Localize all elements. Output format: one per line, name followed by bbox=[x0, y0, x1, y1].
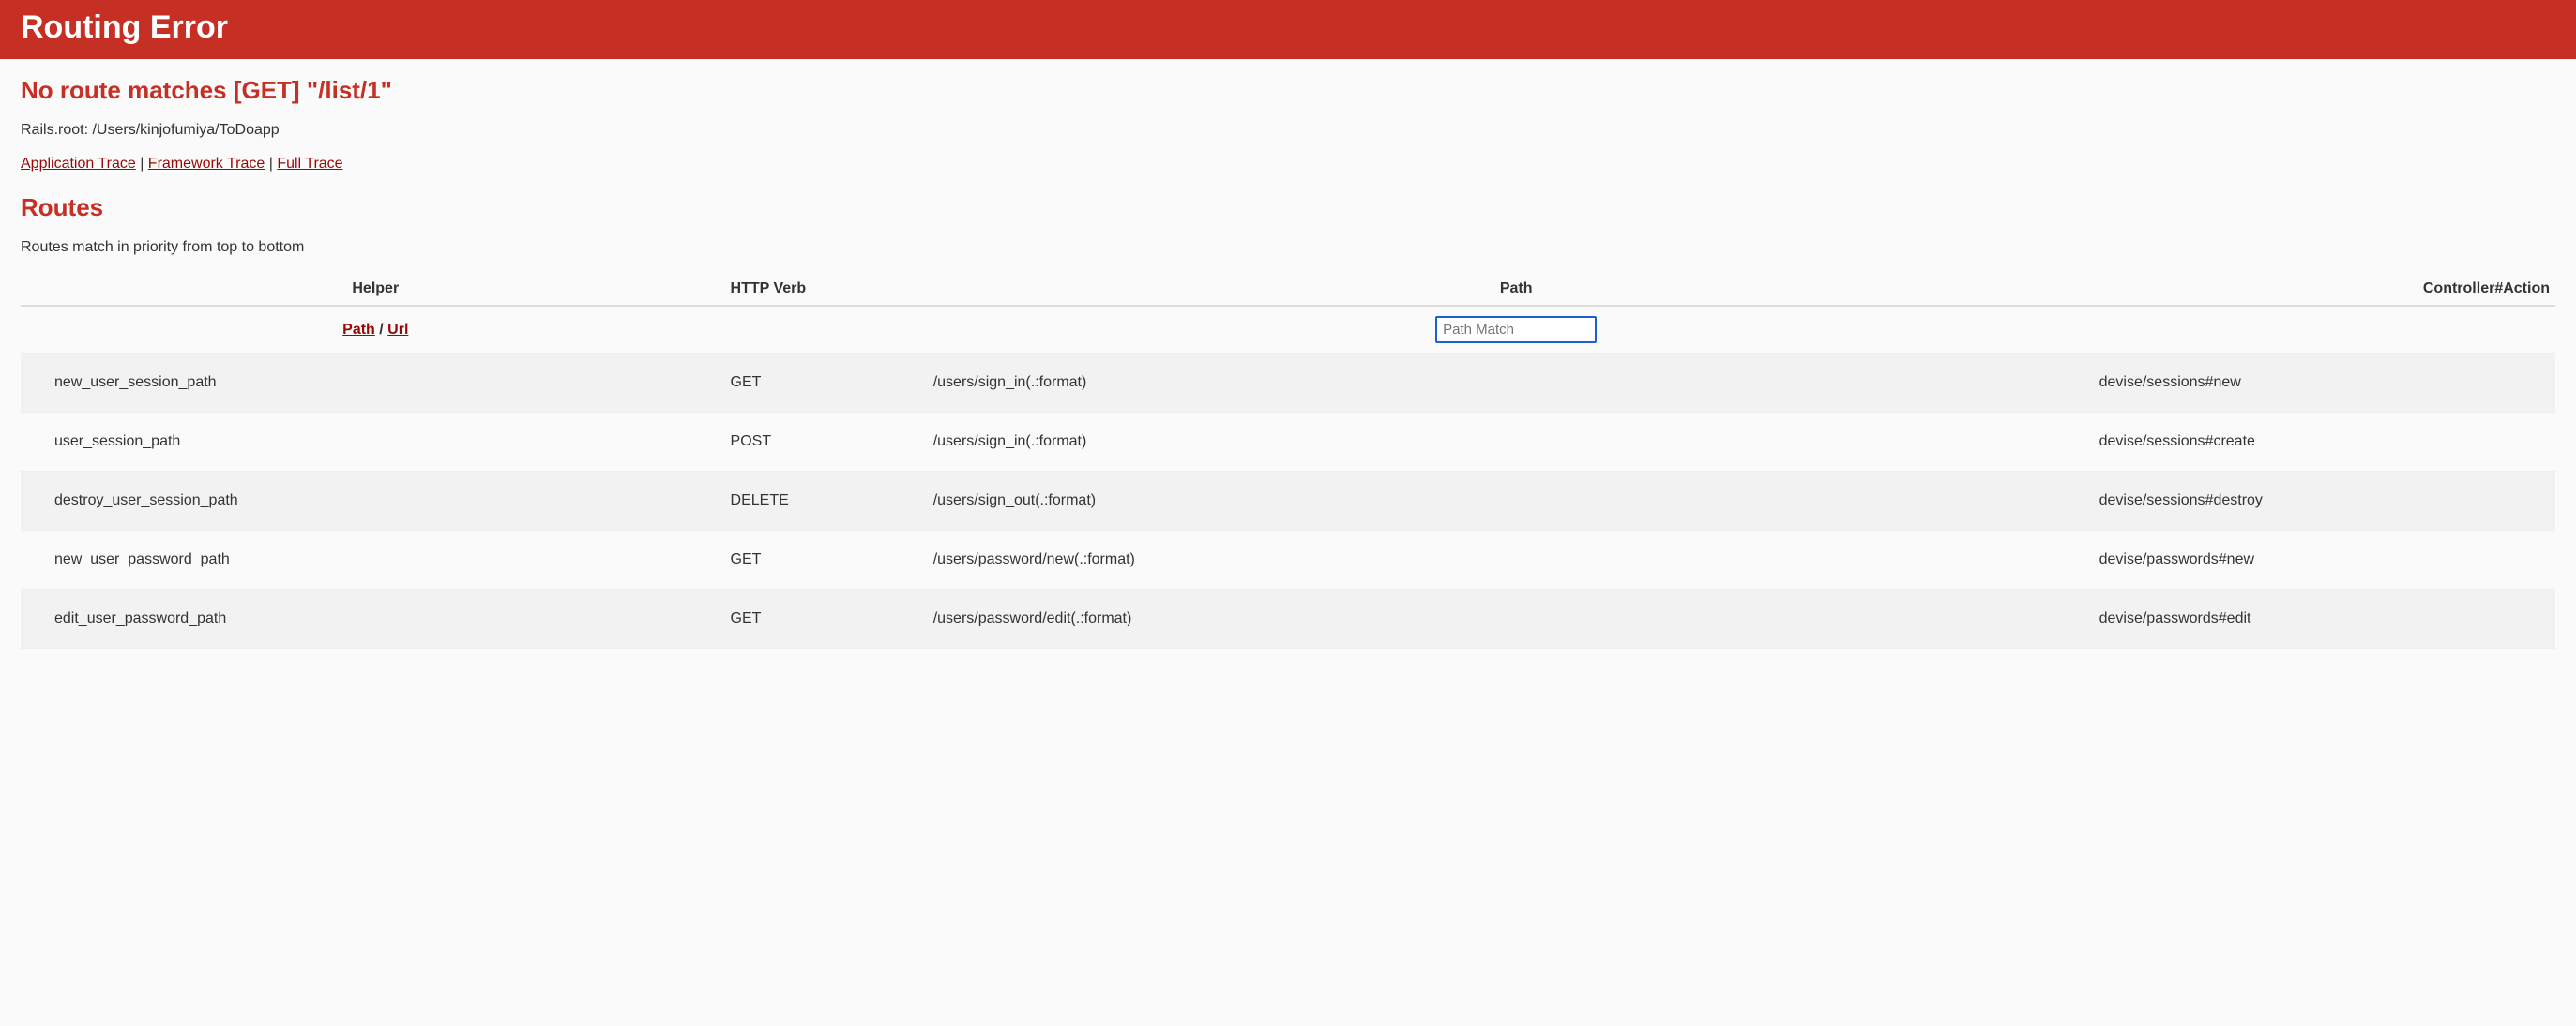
table-row: new_user_session_pathGET/users/sign_in(.… bbox=[21, 354, 2555, 413]
route-path: /users/sign_out(.:format) bbox=[933, 472, 2099, 531]
route-path: /users/sign_in(.:format) bbox=[933, 413, 2099, 472]
error-header: Routing Error bbox=[0, 0, 2576, 59]
col-header-action: Controller#Action bbox=[2099, 273, 2555, 306]
path-match-input[interactable] bbox=[1435, 316, 1597, 343]
route-action: devise/sessions#create bbox=[2099, 413, 2555, 472]
error-message: No route matches [GET] "/list/1" bbox=[21, 76, 2555, 105]
routes-note: Routes match in priority from top to bot… bbox=[21, 239, 2555, 256]
table-row: new_user_password_pathGET/users/password… bbox=[21, 531, 2555, 590]
framework-trace-link[interactable]: Framework Trace bbox=[148, 156, 265, 172]
route-helper: new_user_session_path bbox=[21, 354, 731, 413]
col-header-verb: HTTP Verb bbox=[731, 273, 933, 306]
helper-url-link[interactable]: Url bbox=[387, 322, 408, 338]
slash: / bbox=[379, 322, 387, 338]
page-title: Routing Error bbox=[21, 9, 2555, 46]
table-row: user_session_pathPOST/users/sign_in(.:fo… bbox=[21, 413, 2555, 472]
route-helper: destroy_user_session_path bbox=[21, 472, 731, 531]
routes-table: Helper HTTP Verb Path Controller#Action … bbox=[21, 273, 2555, 649]
routes-heading: Routes bbox=[21, 193, 2555, 222]
trace-links: Application Trace | Framework Trace | Fu… bbox=[21, 156, 2555, 173]
col-header-path: Path bbox=[933, 273, 2099, 306]
route-verb: DELETE bbox=[731, 472, 933, 531]
route-action: devise/passwords#new bbox=[2099, 531, 2555, 590]
full-trace-link[interactable]: Full Trace bbox=[277, 156, 342, 172]
helper-toggle: Path / Url bbox=[342, 322, 408, 338]
route-helper: edit_user_password_path bbox=[21, 590, 731, 649]
route-path: /users/sign_in(.:format) bbox=[933, 354, 2099, 413]
route-path: /users/password/edit(.:format) bbox=[933, 590, 2099, 649]
route-action: devise/sessions#new bbox=[2099, 354, 2555, 413]
route-verb: GET bbox=[731, 354, 933, 413]
route-helper: user_session_path bbox=[21, 413, 731, 472]
route-path: /users/password/new(.:format) bbox=[933, 531, 2099, 590]
route-verb: GET bbox=[731, 590, 933, 649]
route-helper: new_user_password_path bbox=[21, 531, 731, 590]
table-row: edit_user_password_pathGET/users/passwor… bbox=[21, 590, 2555, 649]
route-action: devise/passwords#edit bbox=[2099, 590, 2555, 649]
content-area: No route matches [GET] "/list/1" Rails.r… bbox=[0, 59, 2576, 666]
separator: | bbox=[140, 156, 148, 172]
table-row: destroy_user_session_pathDELETE/users/si… bbox=[21, 472, 2555, 531]
application-trace-link[interactable]: Application Trace bbox=[21, 156, 136, 172]
col-header-helper: Helper bbox=[21, 273, 731, 306]
route-verb: GET bbox=[731, 531, 933, 590]
route-verb: POST bbox=[731, 413, 933, 472]
route-action: devise/sessions#destroy bbox=[2099, 472, 2555, 531]
helper-path-link[interactable]: Path bbox=[342, 322, 375, 338]
rails-root-path: Rails.root: /Users/kinjofumiya/ToDoapp bbox=[21, 122, 2555, 139]
